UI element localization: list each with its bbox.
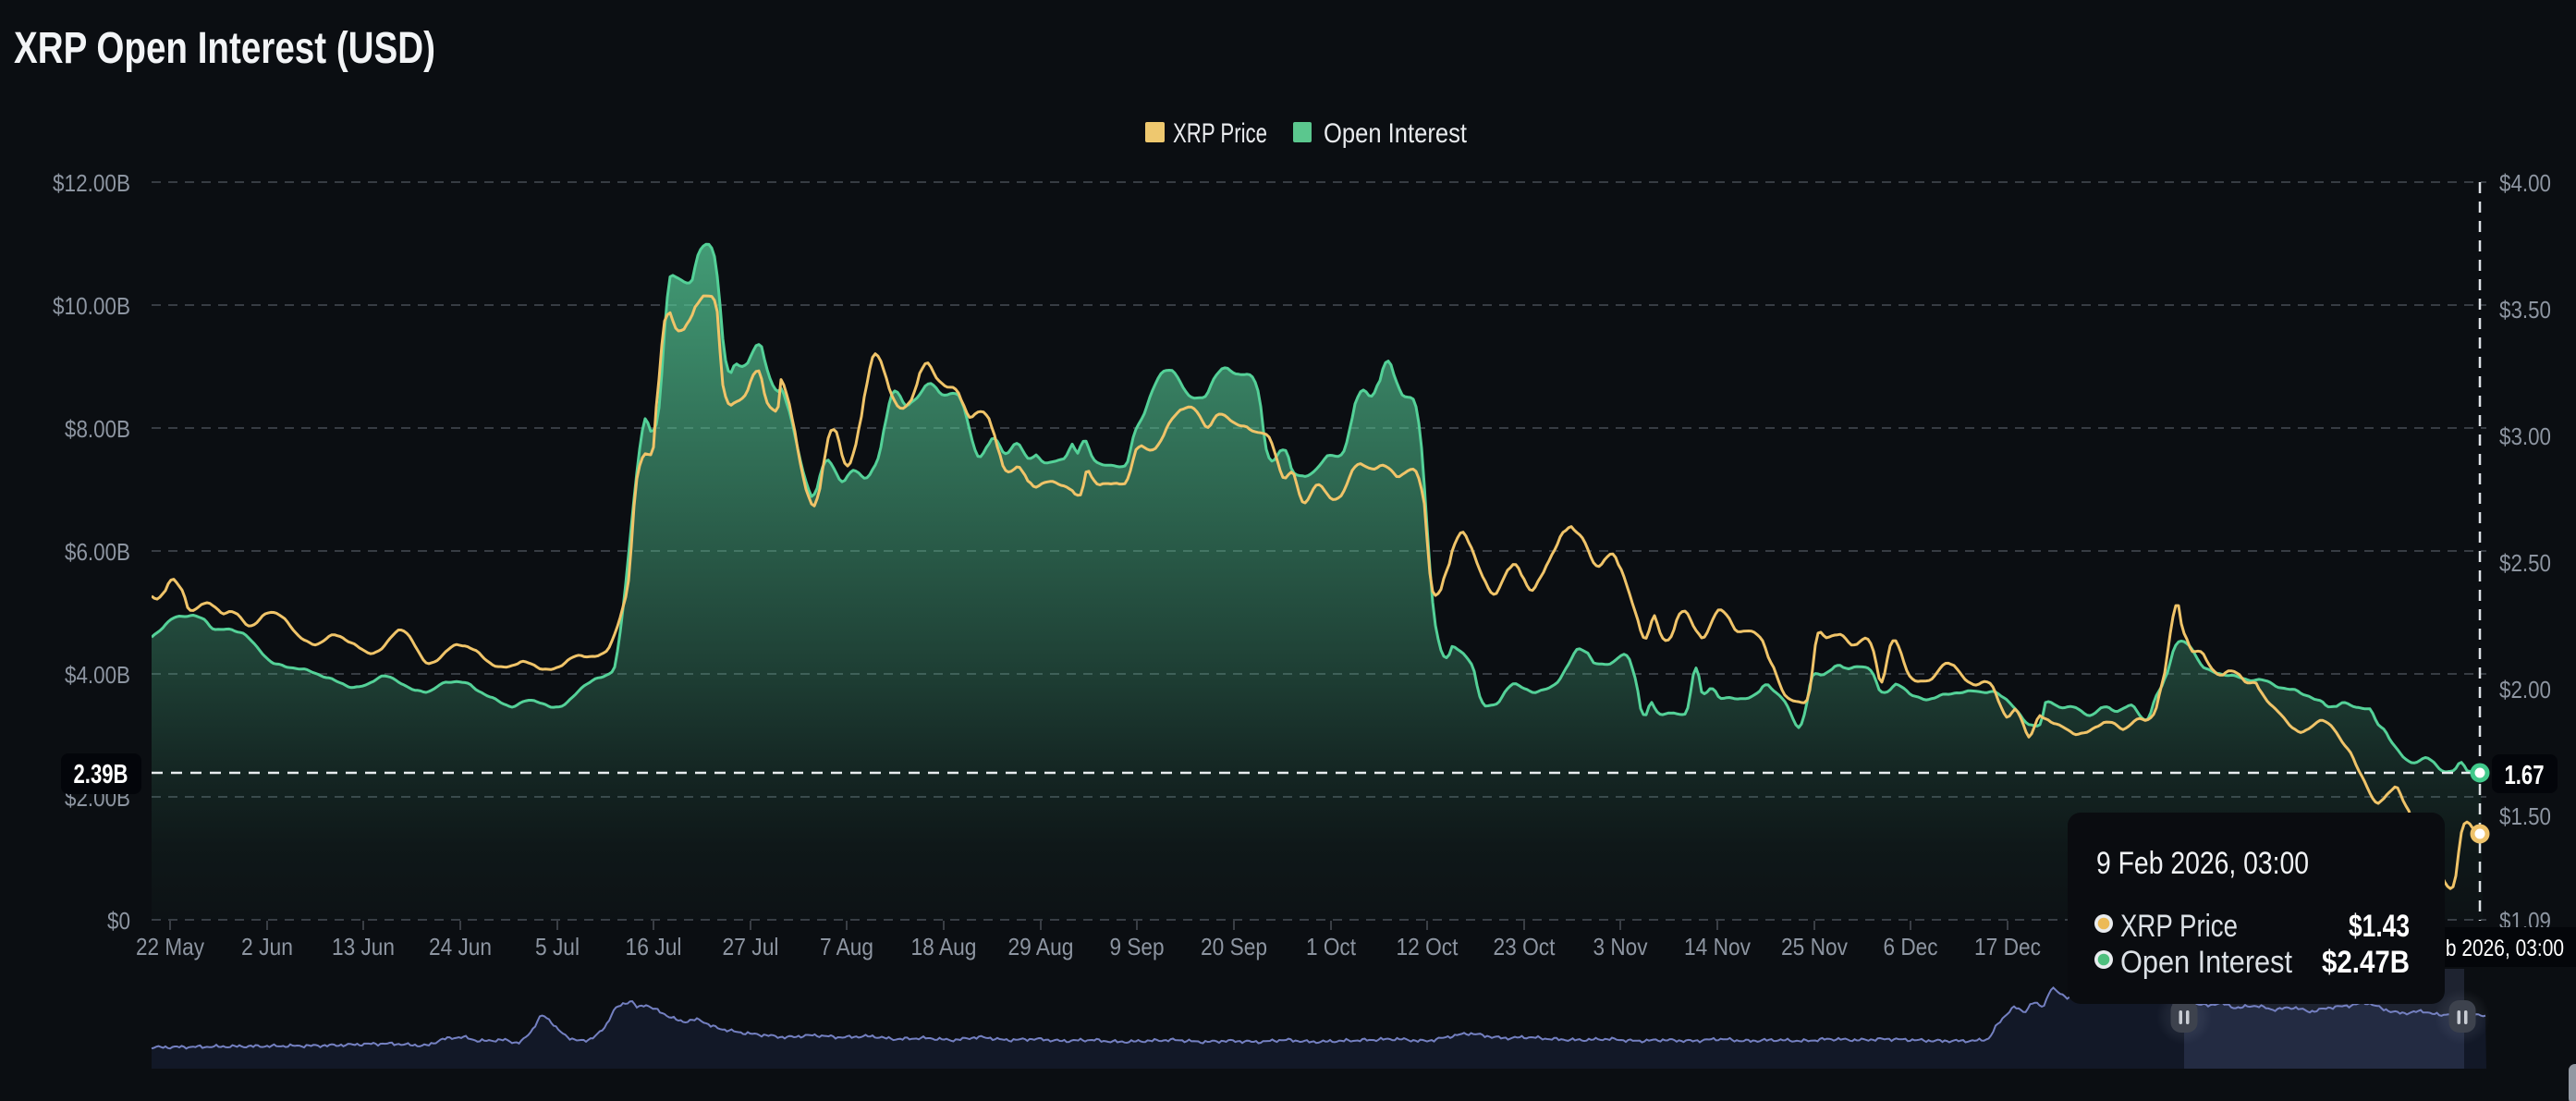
svg-text:$3.00: $3.00	[2499, 422, 2551, 450]
svg-text:XRP Price: XRP Price	[2120, 909, 2238, 944]
svg-text:25 Nov: 25 Nov	[1781, 933, 1848, 960]
svg-text:12 Oct: 12 Oct	[1397, 933, 1459, 960]
svg-text:17 Dec: 17 Dec	[1974, 933, 2041, 960]
svg-text:13 Jun: 13 Jun	[332, 933, 395, 960]
svg-text:$6.00B: $6.00B	[65, 538, 130, 566]
svg-text:9 Sep: 9 Sep	[1110, 933, 1165, 960]
svg-text:$0: $0	[107, 907, 130, 935]
svg-text:$12.00B: $12.00B	[53, 169, 130, 197]
svg-text:20 Sep: 20 Sep	[1201, 933, 1267, 960]
svg-text:2.39B: 2.39B	[74, 760, 128, 789]
svg-text:9 Feb 2026, 03:00: 9 Feb 2026, 03:00	[2096, 846, 2309, 881]
svg-text:18 Aug: 18 Aug	[911, 933, 977, 960]
svg-text:$8.00B: $8.00B	[65, 415, 130, 443]
svg-text:2 Jun: 2 Jun	[241, 933, 293, 960]
svg-text:XRP Price: XRP Price	[1173, 118, 1267, 149]
svg-text:$3.50: $3.50	[2499, 296, 2551, 324]
svg-text:$10.00B: $10.00B	[53, 292, 130, 320]
svg-text:14 Nov: 14 Nov	[1684, 933, 1751, 960]
svg-text:$2.00: $2.00	[2499, 676, 2551, 703]
svg-text:$2.47B: $2.47B	[2322, 945, 2410, 980]
svg-text:23 Oct: 23 Oct	[1494, 933, 1557, 960]
svg-text:16 Jul: 16 Jul	[626, 933, 682, 960]
svg-text:1 Oct: 1 Oct	[1306, 933, 1357, 960]
svg-text:XRP Open Interest (USD): XRP Open Interest (USD)	[14, 24, 435, 73]
svg-text:$1.43: $1.43	[2349, 909, 2410, 944]
svg-text:$4.00: $4.00	[2499, 169, 2551, 197]
svg-text:5 Jul: 5 Jul	[535, 933, 580, 960]
svg-text:$2.50: $2.50	[2499, 549, 2551, 577]
svg-text:Open Interest: Open Interest	[2120, 945, 2292, 980]
svg-text:Open Interest: Open Interest	[1324, 118, 1468, 149]
svg-text:29 Aug: 29 Aug	[1008, 933, 1074, 960]
svg-text:3 Nov: 3 Nov	[1593, 933, 1648, 960]
svg-text:7 Aug: 7 Aug	[820, 933, 873, 960]
svg-text:$4.00B: $4.00B	[65, 661, 130, 689]
svg-text:6 Dec: 6 Dec	[1884, 933, 1938, 960]
svg-text:22 May: 22 May	[136, 933, 204, 960]
svg-text:27 Jul: 27 Jul	[723, 933, 779, 960]
svg-text:24 Jun: 24 Jun	[429, 933, 492, 960]
svg-text:1.67: 1.67	[2505, 761, 2545, 790]
svg-text:$1.50: $1.50	[2499, 802, 2551, 830]
